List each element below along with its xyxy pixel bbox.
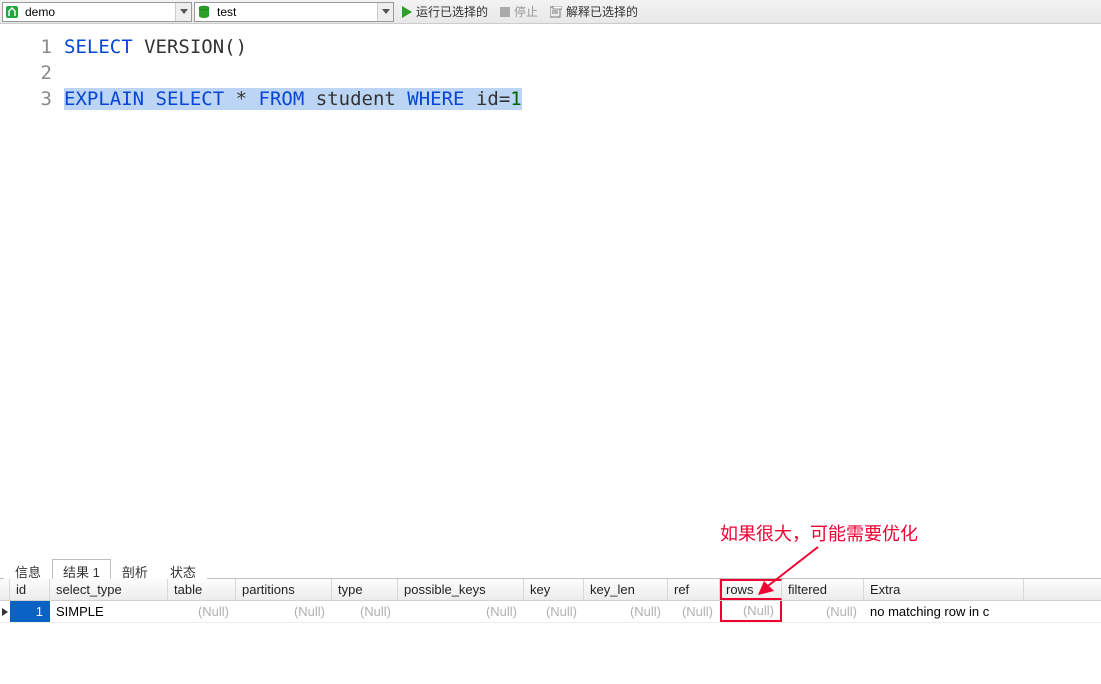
play-icon — [402, 6, 412, 18]
cell-key[interactable]: (Null) — [524, 601, 584, 622]
col-type[interactable]: type — [332, 579, 398, 600]
tab-status[interactable]: 状态 — [159, 559, 207, 579]
code-area[interactable]: SELECT VERSION() EXPLAIN SELECT * FROM s… — [64, 24, 1101, 557]
connection-combo[interactable]: demo — [2, 2, 192, 22]
table-row[interactable]: 1 SIMPLE (Null) (Null) (Null) (Null) (Nu… — [0, 601, 1101, 623]
line-gutter: 1 2 3 — [0, 24, 64, 557]
explain-button[interactable]: 解释已选择的 — [544, 1, 644, 23]
annotation-text: 如果很大，可能需要优化 — [720, 520, 918, 546]
line-number: 3 — [0, 86, 64, 112]
cell-possible-keys[interactable]: (Null) — [398, 601, 524, 622]
annotation-arrow — [758, 545, 828, 595]
toolbar: demo test 运行已选择的 停止 解释已选择的 — [0, 0, 1101, 24]
col-ref[interactable]: ref — [668, 579, 720, 600]
col-select-type[interactable]: select_type — [50, 579, 168, 600]
result-tabs: 信息 结果 1 剖析 状态 — [0, 557, 1101, 579]
cell-extra[interactable]: no matching row in c — [864, 601, 1024, 622]
run-button[interactable]: 运行已选择的 — [396, 1, 494, 23]
stop-label: 停止 — [514, 3, 538, 20]
cell-type[interactable]: (Null) — [332, 601, 398, 622]
cell-table[interactable]: (Null) — [168, 601, 236, 622]
cell-key-len[interactable]: (Null) — [584, 601, 668, 622]
result-grid: id select_type table partitions type pos… — [0, 579, 1101, 623]
cell-filtered[interactable]: (Null) — [782, 601, 864, 622]
database-combo[interactable]: test — [194, 2, 394, 22]
line-number: 2 — [0, 60, 64, 86]
grid-header-row: id select_type table partitions type pos… — [0, 579, 1101, 601]
chevron-down-icon — [377, 3, 393, 21]
sql-editor[interactable]: 1 2 3 SELECT VERSION() EXPLAIN SELECT * … — [0, 24, 1101, 557]
col-partitions[interactable]: partitions — [236, 579, 332, 600]
rowmark-header — [0, 579, 10, 600]
cell-partitions[interactable]: (Null) — [236, 601, 332, 622]
chevron-down-icon — [175, 3, 191, 21]
tab-info[interactable]: 信息 — [4, 559, 52, 579]
explain-icon — [550, 6, 562, 18]
col-key[interactable]: key — [524, 579, 584, 600]
col-id[interactable]: id — [10, 579, 50, 600]
cell-id[interactable]: 1 — [10, 601, 50, 622]
cell-ref[interactable]: (Null) — [668, 601, 720, 622]
col-extra[interactable]: Extra — [864, 579, 1024, 600]
col-key-len[interactable]: key_len — [584, 579, 668, 600]
col-possible-keys[interactable]: possible_keys — [398, 579, 524, 600]
line-number: 1 — [0, 34, 64, 60]
cell-rows[interactable]: (Null) — [720, 601, 782, 622]
database-icon — [195, 3, 213, 21]
stop-button[interactable]: 停止 — [494, 1, 544, 23]
row-marker — [0, 601, 10, 622]
database-value: test — [213, 5, 377, 19]
explain-label: 解释已选择的 — [566, 3, 638, 20]
tab-profile[interactable]: 剖析 — [111, 559, 159, 579]
stop-icon — [500, 7, 510, 17]
tab-result[interactable]: 结果 1 — [52, 559, 111, 579]
connection-value: demo — [21, 5, 175, 19]
col-table[interactable]: table — [168, 579, 236, 600]
cell-select-type[interactable]: SIMPLE — [50, 601, 168, 622]
run-label: 运行已选择的 — [416, 3, 488, 20]
connection-icon — [3, 3, 21, 21]
